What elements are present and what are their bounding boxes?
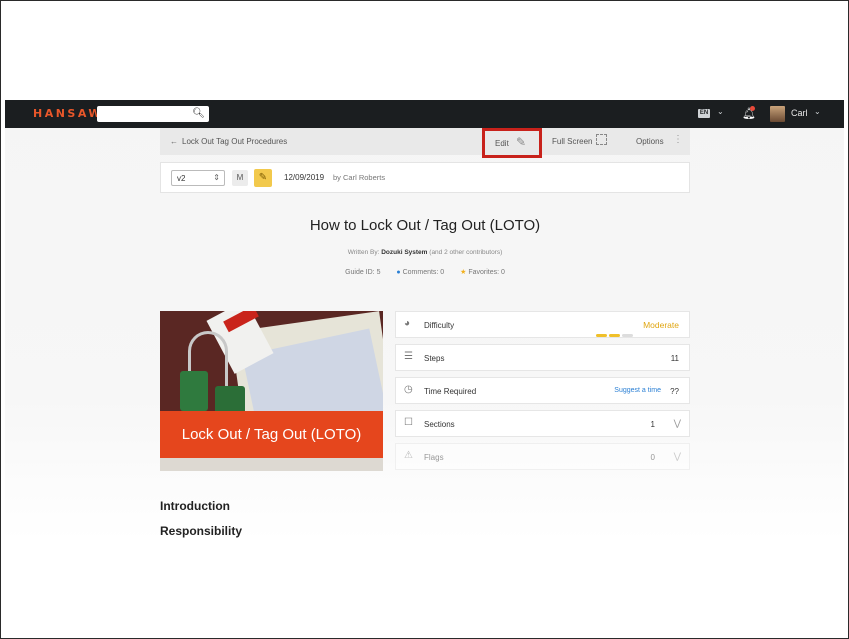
edit-label: Edit <box>495 139 509 148</box>
time-required-value: ?? <box>670 387 679 396</box>
guide-title: How to Lock Out / Tag Out (LOTO) <box>309 217 541 234</box>
difficulty-label: Difficulty <box>424 321 455 330</box>
clock-icon: ◷ <box>404 384 413 395</box>
user-menu-chevron-down-icon[interactable]: ⌄ <box>814 107 821 116</box>
gauge-icon: ◕ <box>404 318 411 329</box>
author-link[interactable]: Dozuki System <box>381 249 427 256</box>
bookmark-icon: ☐ <box>404 417 413 428</box>
time-required-label: Time Required <box>424 387 477 396</box>
guide-toolbar: ← Lock Out Tag Out Procedures Edit ✎ Ful… <box>160 128 690 158</box>
steps-row: ☰ Steps 11 <box>395 344 690 371</box>
version-bar: v2 ⇕ M ✎ 12/09/2019 by Carl Roberts <box>160 162 690 193</box>
expand-chevron-icon[interactable]: ⋁ <box>674 418 681 429</box>
suggest-time-link[interactable]: Suggest a time <box>614 387 661 394</box>
comments-link[interactable]: Comments: 0 <box>403 269 445 276</box>
difficulty-meter <box>594 324 633 342</box>
options-kebab-icon[interactable]: ⋮ <box>673 134 683 145</box>
warning-icon: ⚠ <box>404 450 413 461</box>
top-navbar: HANSAW 🔍︎ EN ⌄ 🔔︎ Carl ⌄ <box>5 100 844 128</box>
version-author[interactable]: by Carl Roberts <box>333 173 385 182</box>
app-viewport: HANSAW 🔍︎ EN ⌄ 🔔︎ Carl ⌄ ← Lock Out Tag … <box>5 100 844 541</box>
fullscreen-icon[interactable] <box>596 134 607 145</box>
minor-version-button[interactable]: M <box>232 170 248 186</box>
hero-photo-strip <box>160 458 383 471</box>
version-select[interactable]: v2 ⇕ <box>171 170 225 186</box>
comment-icon: ● <box>396 269 401 276</box>
pencil-icon[interactable]: ✎ <box>254 169 272 187</box>
language-flag-icon[interactable]: EN <box>698 109 710 118</box>
guide-id: Guide ID: 5 <box>345 269 381 276</box>
options-button[interactable]: Options <box>636 137 664 146</box>
hero-photo-padlock <box>180 371 208 411</box>
search-input[interactable]: 🔍︎ <box>97 106 209 122</box>
edit-button[interactable]: Edit ✎ <box>482 128 542 158</box>
guide-authors: Written By: Dozuki System (and 2 other c… <box>160 249 690 256</box>
time-required-row: ◷ Time Required Suggest a time ?? <box>395 377 690 404</box>
guide-meta: Guide ID: 5 ● Comments: 0 ★ Favorites: 0 <box>160 268 690 276</box>
written-by-label: Written By: <box>347 249 380 256</box>
back-arrow-icon[interactable]: ← <box>170 137 178 146</box>
language-chevron-down-icon[interactable]: ⌄ <box>717 107 724 116</box>
list-icon: ☰ <box>404 351 413 362</box>
fullscreen-button[interactable]: Full Screen <box>552 137 592 146</box>
edit-icon: ✎ <box>516 135 527 149</box>
steps-label: Steps <box>424 354 445 363</box>
user-avatar[interactable] <box>770 106 785 122</box>
flags-row[interactable]: ⚠ Flags 0 ⋁ <box>395 443 690 470</box>
steps-value: 11 <box>670 354 679 363</box>
select-arrows-icon: ⇕ <box>213 173 220 182</box>
contributors-link[interactable]: (and 2 other contributors) <box>429 249 502 256</box>
notification-badge <box>750 106 755 111</box>
expand-chevron-icon[interactable]: ⋁ <box>674 451 681 462</box>
section-heading-responsibility: Responsibility <box>160 524 243 538</box>
favorites-link[interactable]: Favorites: 0 <box>468 269 505 276</box>
brand-logo[interactable]: HANSAW <box>33 107 103 120</box>
sections-label: Sections <box>424 420 455 429</box>
difficulty-value: Moderate <box>643 320 679 330</box>
hero-title: Lock Out / Tag Out (LOTO) <box>181 426 362 443</box>
breadcrumb-back-link[interactable]: Lock Out Tag Out Procedures <box>182 137 287 146</box>
username[interactable]: Carl <box>791 108 808 118</box>
section-heading-introduction: Introduction <box>160 499 230 513</box>
sections-value: 1 <box>650 420 655 429</box>
difficulty-row: ◕ Difficulty Moderate <box>395 311 690 338</box>
flags-value: 0 <box>650 453 655 462</box>
sections-row[interactable]: ☐ Sections 1 ⋁ <box>395 410 690 437</box>
search-icon[interactable]: 🔍︎ <box>192 108 205 119</box>
flags-label: Flags <box>424 453 444 462</box>
version-select-value: v2 <box>177 174 186 183</box>
version-date: 12/09/2019 <box>284 173 325 182</box>
guide-hero-image: Lock Out / Tag Out (LOTO) <box>160 311 383 471</box>
star-icon: ★ <box>460 269 467 276</box>
